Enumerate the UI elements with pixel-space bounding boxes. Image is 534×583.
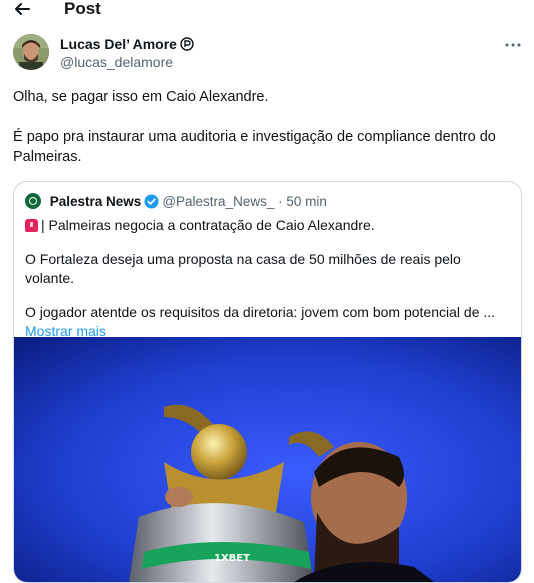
quoted-post[interactable]: Palestra News @Palestra_News_ · 50 min |… xyxy=(13,181,522,583)
quoted-line: O Fortaleza deseja uma proposta na casa … xyxy=(25,251,461,286)
quoted-line: O jogador atentde os requisitos da diret… xyxy=(25,304,496,320)
timestamp: 50 min xyxy=(286,194,327,209)
tweet-paragraph: Olha, se pagar isso em Caio Alexandre. xyxy=(13,89,269,105)
post-header: Post xyxy=(0,0,534,22)
author-name-text[interactable]: Lucas Del’ Amore xyxy=(60,36,177,52)
tweet-paragraph: É papo pra instaurar uma auditoria e inv… xyxy=(13,129,496,165)
quoted-author-avatar xyxy=(25,193,41,209)
page-title: Post xyxy=(64,0,101,18)
tweet-text: Olha, se pagar isso em Caio Alexandre. É… xyxy=(13,87,521,167)
trophy-sponsor-text: 1XBET xyxy=(214,553,250,564)
back-arrow-icon[interactable] xyxy=(13,0,31,18)
quoted-author-handle: @Palestra_News_ xyxy=(162,194,275,209)
quoted-post-text: | Palmeiras negocia a contratação de Cai… xyxy=(25,216,509,341)
verified-badge-icon xyxy=(144,194,159,209)
more-options-icon[interactable] xyxy=(504,38,522,52)
author-name[interactable]: Lucas Del’ Amore xyxy=(60,36,194,52)
siren-icon xyxy=(25,219,38,232)
player-kissing-trophy-image[interactable]: 1XBET xyxy=(14,337,521,582)
quoted-post-header: Palestra News @Palestra_News_ · 50 min xyxy=(25,193,327,209)
separator-dot: · xyxy=(278,194,283,209)
author-handle[interactable]: @lucas_delamore xyxy=(60,54,173,70)
quoted-author-name: Palestra News xyxy=(49,194,142,209)
avatar[interactable] xyxy=(13,34,49,70)
pro-badge-icon xyxy=(180,37,194,51)
quoted-line: | Palmeiras negocia a contratação de Cai… xyxy=(41,217,375,233)
